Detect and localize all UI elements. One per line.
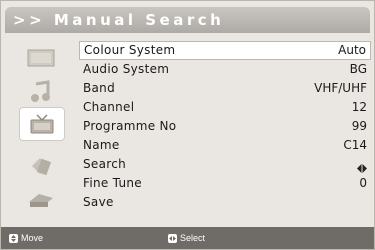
item-label: Programme No — [83, 119, 177, 133]
manual-search-list: Colour System Auto Audio System BG Band … — [79, 41, 371, 212]
item-label: Name — [83, 138, 120, 152]
item-label: Audio System — [83, 62, 170, 76]
sound-menu-icon[interactable] — [25, 79, 57, 105]
menu-item-search[interactable]: Search — [79, 155, 371, 174]
setup-menu-icon[interactable] — [25, 153, 57, 179]
key-hint-bar: Move Select — [1, 227, 374, 249]
item-label: Save — [83, 195, 114, 209]
menu-item-audio-system[interactable]: Audio System BG — [79, 60, 371, 79]
item-value: C14 — [343, 138, 367, 152]
item-label: Channel — [83, 100, 135, 114]
menu-item-band[interactable]: Band VHF/UHF — [79, 79, 371, 98]
move-hint: Move — [9, 231, 43, 245]
item-value: Auto — [338, 43, 366, 57]
item-label: Colour System — [84, 43, 176, 57]
select-label: Select — [180, 233, 206, 243]
osd-menu-window: >> Manual Search Colour System Auto Audi… — [0, 0, 375, 250]
up-down-key-icon — [9, 234, 18, 244]
input-menu-icon[interactable] — [25, 187, 57, 213]
item-label: Search — [83, 157, 127, 171]
menu-item-name[interactable]: Name C14 — [79, 136, 371, 155]
menu-item-channel[interactable]: Channel 12 — [79, 98, 371, 117]
menu-item-save[interactable]: Save — [79, 193, 371, 212]
item-value: 0 — [359, 176, 367, 190]
item-label: Band — [83, 81, 116, 95]
menu-item-programme-no[interactable]: Programme No 99 — [79, 117, 371, 136]
channel-menu-icon[interactable] — [19, 107, 65, 141]
move-label: Move — [21, 233, 44, 243]
item-value: 99 — [351, 119, 367, 133]
item-value: BG — [349, 62, 367, 76]
menu-item-fine-tune[interactable]: Fine Tune 0 — [79, 174, 371, 193]
item-value: 12 — [351, 100, 367, 114]
left-right-arrows-icon — [357, 160, 367, 173]
picture-menu-icon[interactable] — [25, 45, 57, 71]
select-hint: Select — [168, 231, 205, 245]
left-right-key-icon — [168, 234, 177, 244]
menu-item-colour-system[interactable]: Colour System Auto — [79, 41, 371, 60]
menu-title: >> Manual Search — [5, 7, 370, 33]
item-label: Fine Tune — [83, 176, 142, 190]
category-sidebar — [5, 35, 75, 225]
item-value: VHF/UHF — [314, 81, 367, 95]
